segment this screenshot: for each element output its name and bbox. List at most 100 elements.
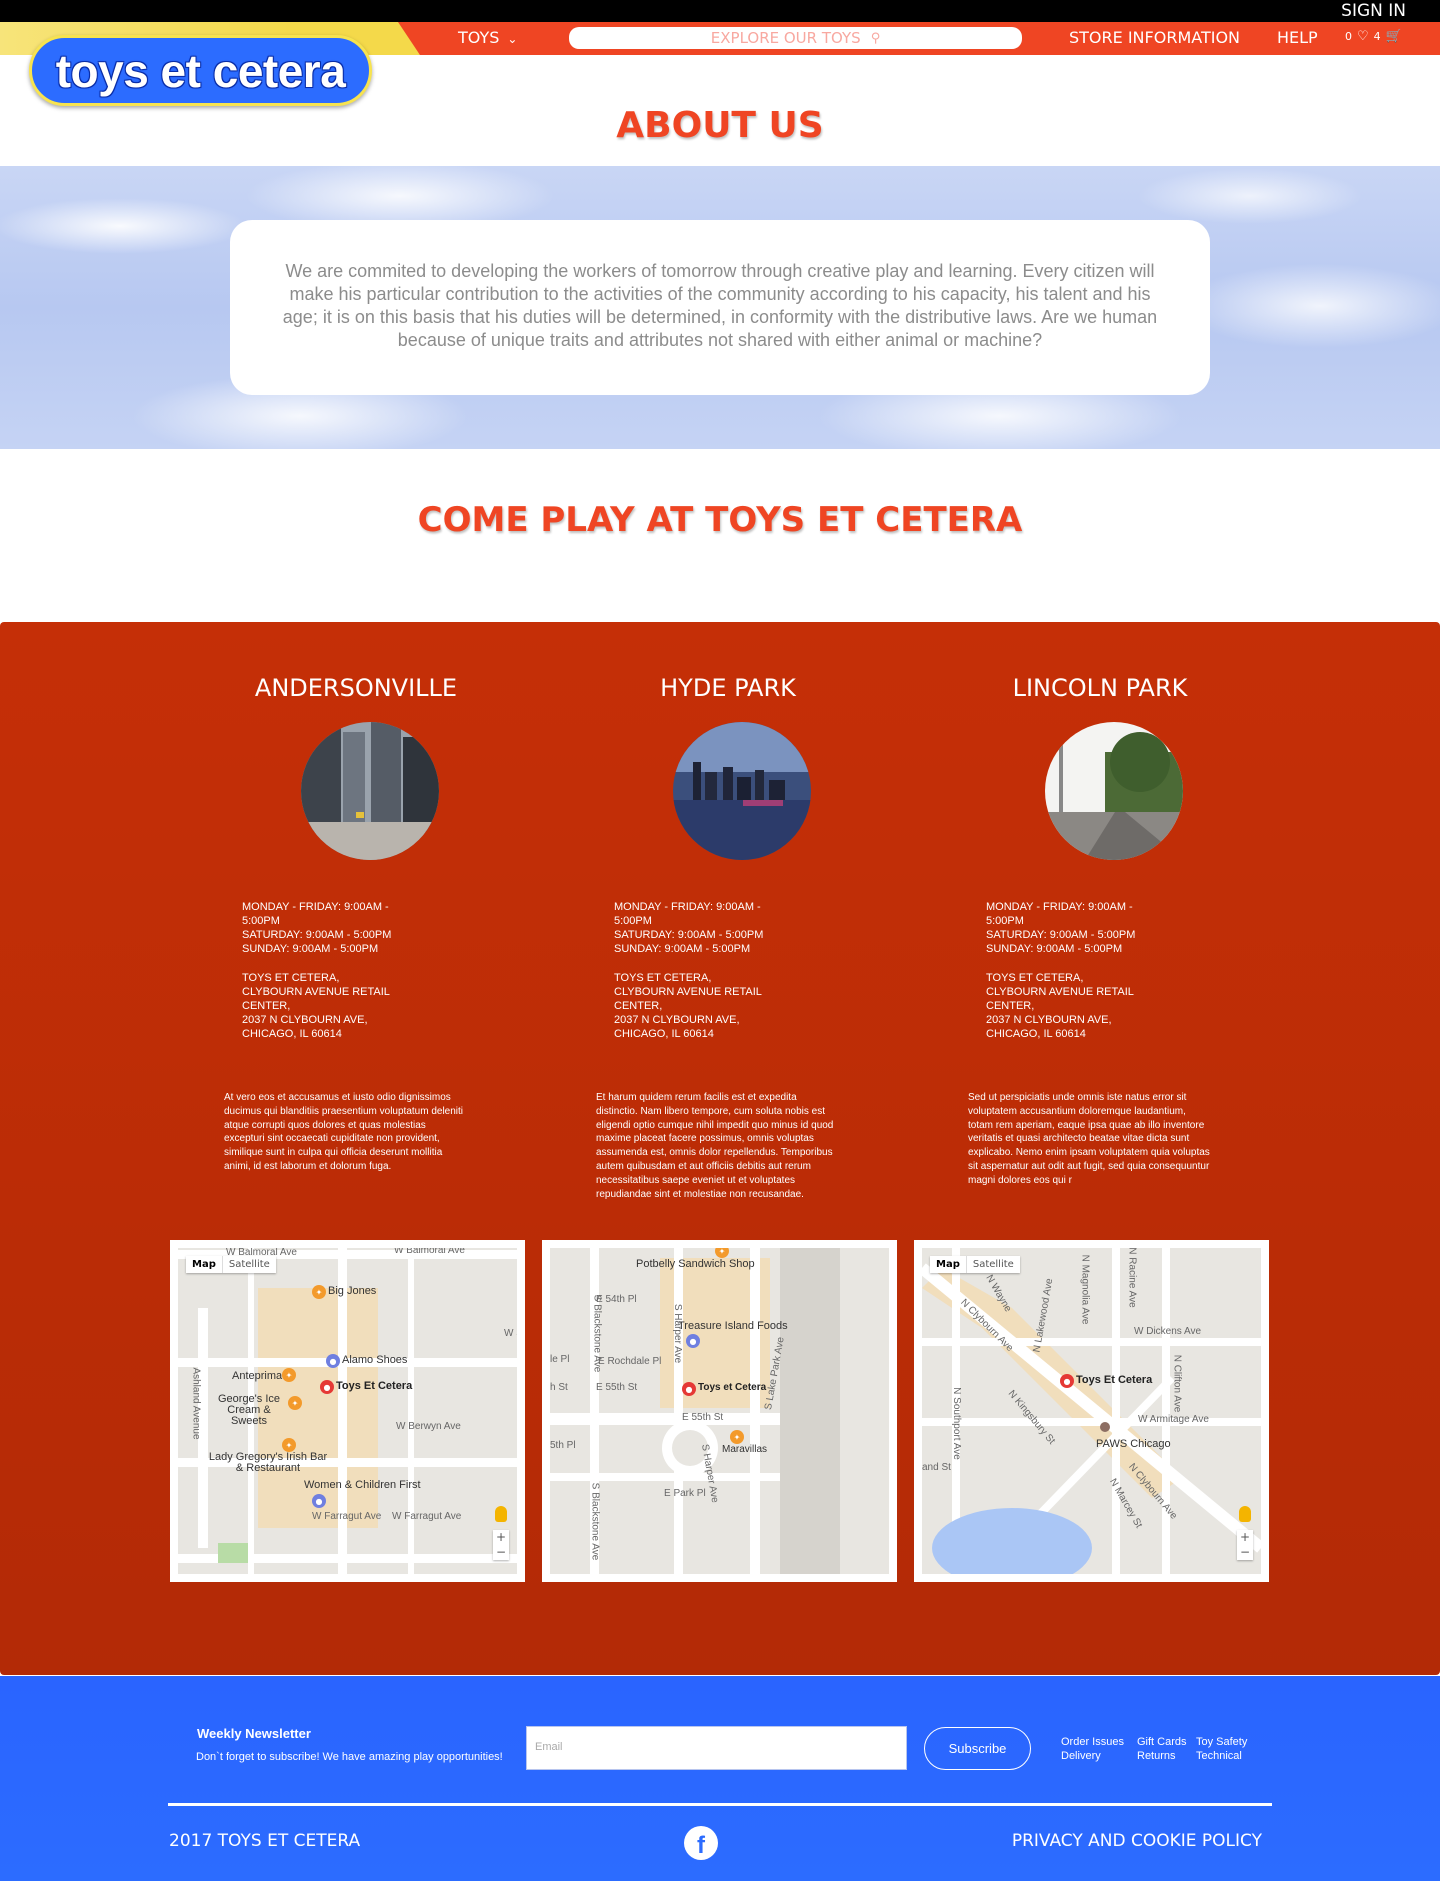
address-line: CHICAGO, IL 60614 bbox=[614, 1028, 714, 1040]
poi-label: Alamo Shoes bbox=[342, 1354, 408, 1366]
search-icon[interactable]: ⚲ bbox=[871, 31, 881, 46]
shopping-bag-icon[interactable]: ● bbox=[312, 1494, 326, 1508]
logo-text: toys et cetera bbox=[55, 44, 346, 97]
street-label: N Racine Ave bbox=[1126, 1248, 1138, 1308]
nav-store-information[interactable]: STORE INFORMATION bbox=[1069, 28, 1240, 47]
poi-label-main: Toys et Cetera bbox=[698, 1382, 767, 1393]
poi-label: George's Ice Cream & Sweets bbox=[217, 1393, 281, 1427]
address-line: 2037 N CLYBOURN AVE, bbox=[986, 1014, 1112, 1026]
pegman-icon[interactable] bbox=[1239, 1506, 1251, 1522]
map-tab[interactable]: Map bbox=[186, 1256, 223, 1273]
address-line: TOYS ET CETERA, bbox=[986, 972, 1084, 984]
zoom-in-icon[interactable]: + bbox=[1237, 1530, 1253, 1545]
zoom-control[interactable]: + − bbox=[1237, 1530, 1253, 1560]
store-name: HYDE PARK bbox=[660, 674, 796, 702]
place-icon[interactable] bbox=[1100, 1422, 1110, 1432]
store-hours: MONDAY - FRIDAY: 9:00AM - 5:00PM SATURDA… bbox=[242, 900, 412, 956]
satellite-tab[interactable]: Satellite bbox=[223, 1256, 276, 1273]
map-type-tabs: Map Satellite bbox=[930, 1256, 1020, 1273]
hours-sunday: SUNDAY: 9:00AM - 5:00PM bbox=[986, 943, 1123, 955]
email-field[interactable]: Email bbox=[526, 1726, 907, 1770]
footer-link-toy-safety[interactable]: Toy Safety bbox=[1196, 1735, 1247, 1749]
poi-label: Maravillas bbox=[722, 1444, 768, 1455]
street-label: S Blackstone Ave bbox=[589, 1482, 601, 1561]
privacy-policy-link[interactable]: PRIVACY AND COOKIE POLICY bbox=[1012, 1831, 1262, 1851]
restaurant-icon[interactable]: ✦ bbox=[282, 1438, 296, 1452]
zoom-control[interactable]: + − bbox=[493, 1530, 509, 1560]
newsletter-subtitle: Don`t forget to subscribe! We have amazi… bbox=[196, 1751, 503, 1763]
street-label: W Armitage Ave bbox=[1138, 1414, 1209, 1425]
hours-saturday: SATURDAY: 9:00AM - 5:00PM bbox=[986, 929, 1136, 941]
store-photo bbox=[1045, 722, 1183, 860]
restaurant-icon[interactable]: ✦ bbox=[312, 1285, 326, 1299]
address-line: CLYBOURN AVENUE RETAIL CENTER, bbox=[242, 986, 390, 1012]
newsletter-title: Weekly Newsletter bbox=[197, 1726, 311, 1741]
poi-label: Anteprima bbox=[232, 1370, 283, 1382]
store-pin-icon[interactable]: ● bbox=[682, 1382, 696, 1396]
footer-link-gift-cards[interactable]: Gift Cards bbox=[1137, 1735, 1187, 1749]
restaurant-icon[interactable]: ✦ bbox=[288, 1396, 302, 1410]
footer-link-delivery[interactable]: Delivery bbox=[1061, 1749, 1124, 1763]
poi-label-main: Toys Et Cetera bbox=[336, 1380, 413, 1392]
street-label: N Southport Ave bbox=[950, 1387, 962, 1460]
address-line: CLYBOURN AVENUE RETAIL CENTER, bbox=[986, 986, 1134, 1012]
footer-links-col3: Toy Safety Technical bbox=[1196, 1735, 1247, 1763]
address-line: CHICAGO, IL 60614 bbox=[242, 1028, 342, 1040]
hours-saturday: SATURDAY: 9:00AM - 5:00PM bbox=[614, 929, 764, 941]
footer-link-technical[interactable]: Technical bbox=[1196, 1749, 1247, 1763]
address-line: CHICAGO, IL 60614 bbox=[986, 1028, 1086, 1040]
street-label: E 55th St bbox=[682, 1412, 724, 1423]
nav-help[interactable]: HELP bbox=[1277, 28, 1318, 47]
address-line: TOYS ET CETERA, bbox=[242, 972, 340, 984]
store-description: At vero eos et accusamus et iusto odio d… bbox=[224, 1092, 464, 1172]
chevron-down-icon: ⌄ bbox=[507, 32, 518, 46]
footer-links-col2: Gift Cards Returns bbox=[1137, 1735, 1187, 1763]
nav-toys-menu[interactable]: TOYS ⌄ bbox=[458, 28, 517, 47]
facebook-icon[interactable]: f bbox=[684, 1826, 718, 1860]
store-hours: MONDAY - FRIDAY: 9:00AM - 5:00PM SATURDA… bbox=[986, 900, 1156, 956]
zoom-in-icon[interactable]: + bbox=[493, 1530, 509, 1545]
street-label: le Pl bbox=[550, 1354, 570, 1365]
shopping-bag-icon[interactable]: ● bbox=[326, 1354, 340, 1368]
street-label: S Harper Ave bbox=[672, 1303, 684, 1364]
store-map[interactable]: Map Satellite W Balmoral Ave W Balmoral A… bbox=[170, 1240, 525, 1582]
hours-weekday: MONDAY - FRIDAY: 9:00AM - 5:00PM bbox=[242, 901, 389, 927]
about-title: ABOUT US bbox=[616, 105, 824, 146]
zoom-out-icon[interactable]: − bbox=[1237, 1545, 1253, 1560]
nav-icons: 0 ♡ 4 🛒 bbox=[1345, 29, 1402, 44]
subscribe-button[interactable]: Subscribe bbox=[924, 1727, 1031, 1770]
store-map[interactable]: ✦ Potbelly Sandwich Shop Treasure Island… bbox=[542, 1240, 897, 1582]
footer-divider bbox=[168, 1803, 1272, 1806]
about-card: We are commited to developing the worker… bbox=[230, 220, 1210, 395]
cart-icon[interactable]: 🛒 bbox=[1386, 29, 1402, 44]
restaurant-icon[interactable]: ✦ bbox=[730, 1430, 744, 1444]
store-description: Et harum quidem rerum facilis est et exp… bbox=[596, 1092, 834, 1200]
sign-in-link[interactable]: SIGN IN bbox=[1341, 1, 1406, 21]
poi-label: Treasure Island Foods bbox=[678, 1320, 788, 1332]
store-pin-icon[interactable]: ● bbox=[1060, 1374, 1074, 1388]
zoom-out-icon[interactable]: − bbox=[493, 1545, 509, 1560]
store-pin-icon[interactable]: ● bbox=[320, 1380, 334, 1394]
street-label: 5th Pl bbox=[550, 1440, 576, 1451]
site-logo[interactable]: toys et cetera bbox=[29, 35, 372, 106]
address-line: 2037 N CLYBOURN AVE, bbox=[614, 1014, 740, 1026]
restaurant-icon[interactable]: ✦ bbox=[282, 1368, 296, 1382]
satellite-tab[interactable]: Satellite bbox=[967, 1256, 1020, 1273]
street-label: W S bbox=[504, 1328, 517, 1339]
store-map[interactable]: Map Satellite ● Toys Et Cetera PAWS Chica… bbox=[914, 1240, 1269, 1582]
pegman-icon[interactable] bbox=[495, 1506, 507, 1522]
search-input[interactable]: EXPLORE OUR TOYS ⚲ bbox=[569, 27, 1022, 49]
search-placeholder: EXPLORE OUR TOYS bbox=[710, 29, 861, 47]
shopping-cart-icon[interactable]: ● bbox=[686, 1334, 700, 1348]
footer-links-col1: Order Issues Delivery bbox=[1061, 1735, 1124, 1763]
copyright: 2017 TOYS ET CETERA bbox=[169, 1831, 361, 1851]
footer-link-returns[interactable]: Returns bbox=[1137, 1749, 1187, 1763]
poi-label: Big Jones bbox=[328, 1285, 377, 1297]
street-label: N Clifton Ave bbox=[1171, 1354, 1183, 1413]
street-label: W Balmoral Ave bbox=[394, 1248, 465, 1256]
map-tab[interactable]: Map bbox=[930, 1256, 967, 1273]
heart-icon[interactable]: ♡ bbox=[1357, 29, 1369, 44]
hours-weekday: MONDAY - FRIDAY: 9:00AM - 5:00PM bbox=[986, 901, 1133, 927]
footer-link-order-issues[interactable]: Order Issues bbox=[1061, 1735, 1124, 1749]
street-label: W Farragut Ave bbox=[392, 1511, 462, 1522]
